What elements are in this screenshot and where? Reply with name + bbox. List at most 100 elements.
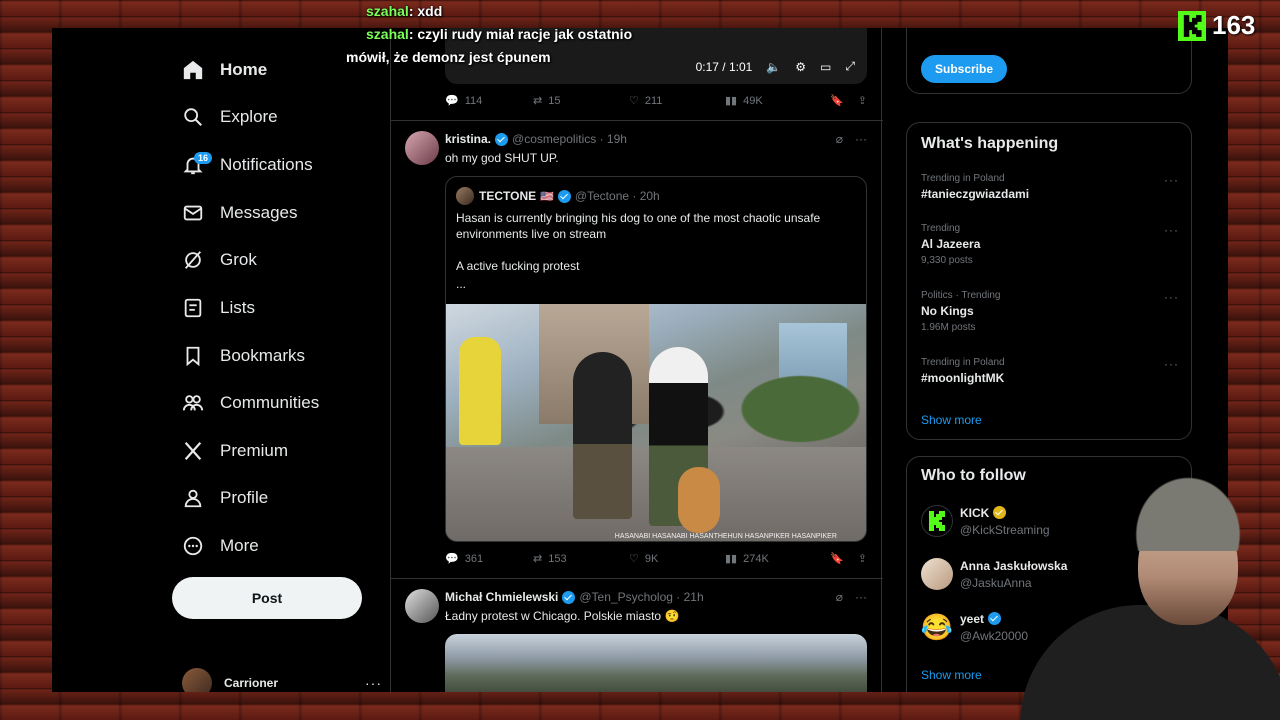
avatar[interactable] [405, 589, 439, 623]
envelope-icon [180, 200, 206, 226]
repost-button[interactable]: ⇄ 153 [533, 552, 629, 566]
show-more-link[interactable]: Show more [921, 413, 982, 427]
sidebar-item-label: Lists [220, 298, 255, 317]
tweet-text: Ładny protest w Chicago. Polskie miasto … [445, 609, 680, 623]
protest-photo[interactable]: HASANABI HASANABI HASANTHEHUN HASANPIKER… [446, 304, 866, 541]
reply-count: 114 [464, 94, 483, 107]
photo-person [572, 351, 632, 520]
person-icon [180, 485, 206, 511]
trend-item[interactable]: Trending in Poland #tanieczgwiazdami ··· [921, 173, 1179, 201]
sidebar-item-label: Notifications [220, 155, 313, 174]
sidebar-item-label: Explore [220, 107, 278, 126]
sidebar-item-label: Premium [220, 441, 289, 460]
grok-icon[interactable]: ⌀ [836, 590, 843, 604]
video-controls: 0:17 / 1:01 🔈 ⚙ ▭ ⤢ [696, 59, 855, 74]
trend-title: #moonlightMK [921, 371, 1005, 385]
sidebar-item-bookmarks[interactable]: Bookmarks [180, 336, 305, 376]
trend-item[interactable]: Trending in Poland #moonlightMK ··· [921, 357, 1179, 385]
trend-item[interactable]: Trending Al Jazeera 9,330 posts ··· [921, 223, 1179, 266]
more-dots-icon[interactable]: ··· [1164, 173, 1179, 187]
sidebar-item-messages[interactable]: Messages [180, 193, 297, 233]
tweet-author-name[interactable]: kristina. [445, 132, 491, 146]
sidebar-item-premium[interactable]: Premium [180, 431, 288, 471]
chat-text: : czyli rudy miał racje jak ostatnio [408, 26, 633, 42]
bookmark-icon[interactable]: 🔖 [830, 94, 844, 107]
bell-icon: 16 [180, 152, 213, 178]
tweet-author-name[interactable]: Michał Chmielewski [445, 590, 558, 604]
bookmark-icon[interactable]: 🔖 [830, 552, 844, 565]
webcam-overlay [1000, 455, 1280, 720]
views-button[interactable]: ▮▮ 274K [725, 552, 819, 566]
subscribe-button[interactable]: Subscribe [921, 55, 1008, 83]
chicago-photo[interactable] [445, 634, 867, 692]
share-icon[interactable]: ⇪ [858, 94, 867, 107]
people-icon [180, 390, 206, 416]
heart-icon: ♡ [629, 95, 639, 107]
quote-text-line: Hasan is currently bringing his dog to o… [456, 211, 821, 241]
webcam-cap [1128, 469, 1248, 551]
chat-username: szahal [366, 26, 409, 42]
avatar [182, 668, 212, 692]
tweet-author-handle[interactable]: @cosmepolitics · 19h [512, 132, 627, 146]
sidebar-item-notifications[interactable]: 16 Notifications [180, 145, 313, 185]
more-dots-icon[interactable]: ··· [1164, 223, 1179, 237]
views-icon: ▮▮ [725, 553, 738, 565]
sidebar-item-grok[interactable]: Grok [180, 240, 257, 280]
fullscreen-icon[interactable]: ⤢ [845, 59, 855, 74]
grok-icon[interactable]: ⌀ [836, 132, 843, 146]
account-switcher[interactable]: Carrioner ··· [182, 668, 382, 692]
pip-icon[interactable]: ▭ [820, 60, 831, 74]
tweet-author-handle[interactable]: @Ten_Psycholog · 21h [579, 590, 703, 604]
like-count: 211 [644, 94, 663, 107]
bookmark-icon [180, 343, 206, 369]
sidebar-item-more[interactable]: More [180, 526, 259, 566]
like-button[interactable]: ♡ 211 [629, 94, 725, 108]
follow-name: yeet [960, 611, 985, 626]
reply-button[interactable]: 💬 361 [445, 552, 533, 566]
repost-button[interactable]: ⇄ 15 [533, 94, 629, 108]
more-dots-icon[interactable]: ··· [855, 132, 867, 146]
avatar[interactable] [405, 131, 439, 165]
home-icon [180, 57, 206, 83]
sidebar-item-label: Home [220, 60, 268, 79]
account-name: Carrioner [224, 676, 279, 690]
quote-text-ellipsis: ... [456, 277, 467, 291]
sidebar-item-lists[interactable]: Lists [180, 288, 255, 328]
reply-count: 361 [464, 552, 484, 565]
trend-title: No Kings [921, 304, 974, 318]
volume-icon[interactable]: 🔈 [766, 60, 781, 74]
sidebar-item-home[interactable]: Home [180, 50, 267, 90]
sidebar-item-label: Messages [220, 203, 298, 222]
quote-tweet[interactable]: TECTONE 🇺🇸 @Tectone · 20h Hasan is curre… [445, 176, 867, 542]
show-more-link[interactable]: Show more [921, 668, 982, 682]
reply-button[interactable]: 💬 114 [445, 94, 533, 108]
sidebar-item-label: More [220, 536, 259, 555]
sidebar-item-communities[interactable]: Communities [180, 383, 319, 423]
chat-username: szahal [366, 3, 409, 19]
more-dots-icon[interactable]: ··· [855, 590, 867, 604]
quote-text-line: A active fucking protest [456, 259, 580, 273]
sidebar-item-profile[interactable]: Profile [180, 478, 268, 518]
sidebar-item-explore[interactable]: Explore [180, 97, 278, 137]
list-icon [180, 295, 206, 321]
settings-icon[interactable]: ⚙ [795, 60, 806, 74]
reply-icon: 💬 [445, 95, 459, 107]
video-time: 0:17 / 1:01 [695, 59, 753, 74]
photo-dog [678, 466, 721, 534]
more-dots-icon[interactable]: ··· [1164, 357, 1179, 371]
more-dots-icon[interactable]: ··· [365, 675, 382, 691]
trend-count: 9,330 posts [921, 255, 973, 266]
trend-item[interactable]: Politics · Trending No Kings 1.96M posts… [921, 290, 1179, 333]
like-button[interactable]: ♡ 9K [629, 552, 725, 566]
trend-meta: Trending in Poland [921, 173, 1005, 184]
post-button[interactable]: Post [172, 577, 362, 619]
trend-meta: Trending in Poland [921, 357, 1005, 368]
quote-header: TECTONE 🇺🇸 @Tectone · 20h [456, 187, 660, 205]
kick-logo-icon [1178, 10, 1206, 41]
avatar [921, 558, 953, 590]
more-dots-icon[interactable]: ··· [1164, 290, 1179, 304]
views-button[interactable]: ▮▮ 49K [725, 94, 819, 108]
share-icon[interactable]: ⇪ [858, 552, 867, 565]
views-count: 49K [743, 94, 763, 107]
reply-icon: 💬 [445, 553, 459, 565]
